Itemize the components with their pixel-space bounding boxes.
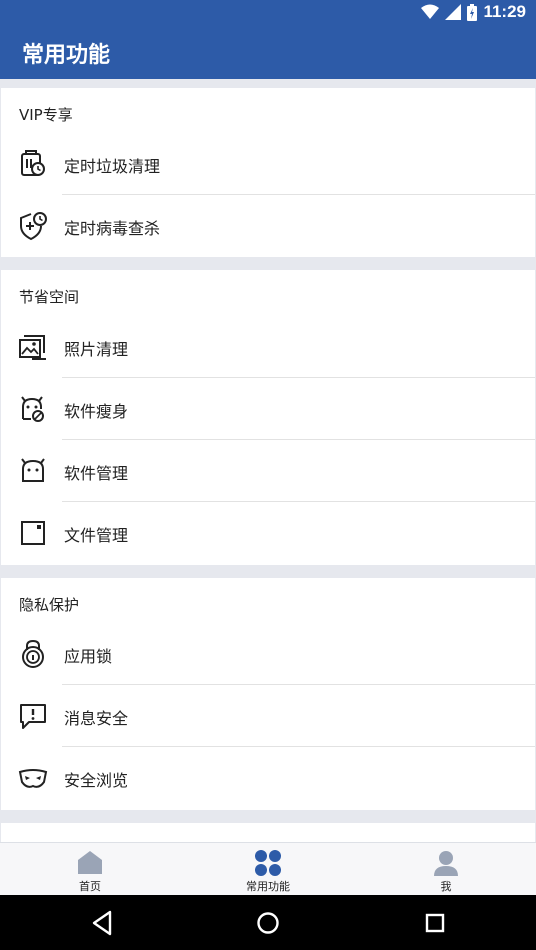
list-item-app-manager[interactable]: 软件管理 bbox=[1, 440, 535, 502]
page-title: 常用功能 bbox=[22, 43, 111, 68]
status-time: 11:29 bbox=[483, 2, 526, 21]
list-item-scheduled-cleanup[interactable]: 定时垃圾清理 bbox=[1, 133, 535, 195]
file-manager-icon bbox=[21, 521, 45, 545]
section-save-space: 节省空间 照片清理 软件瘦身 软件管理 文件管理 bbox=[1, 270, 535, 565]
profile-icon bbox=[434, 851, 458, 876]
status-icons: 11:29 bbox=[421, 2, 526, 22]
features-grid-icon bbox=[255, 850, 281, 876]
list-item-label: 应用锁 bbox=[64, 647, 113, 666]
safe-browsing-icon bbox=[18, 769, 48, 788]
app-slimming-icon bbox=[21, 396, 44, 422]
content-scroll[interactable]: VIP专享 定时垃圾清理 定时病毒查杀 节省空间 照片清理 软件瘦身 软件管理 … bbox=[0, 79, 536, 842]
list-item-label: 软件瘦身 bbox=[64, 402, 129, 421]
wifi-icon bbox=[421, 4, 440, 19]
app-lock-icon bbox=[22, 639, 44, 668]
scheduled-antivirus-icon bbox=[20, 212, 47, 241]
section-title: 节省空间 bbox=[19, 288, 80, 306]
list-item-file-manager[interactable]: 文件管理 bbox=[1, 502, 535, 564]
section-vip: VIP专享 定时垃圾清理 定时病毒查杀 bbox=[1, 88, 535, 257]
battery-icon bbox=[467, 3, 478, 21]
list-item-label: 文件管理 bbox=[64, 526, 129, 545]
tab-label: 首页 bbox=[79, 880, 101, 893]
list-item-safe-browsing[interactable]: 安全浏览 bbox=[1, 747, 535, 809]
status-bar: 11:29 bbox=[0, 0, 536, 24]
list-item-app-lock[interactable]: 应用锁 bbox=[1, 623, 535, 685]
list-item-photo-cleanup[interactable]: 照片清理 bbox=[1, 316, 535, 378]
list-item-scheduled-antivirus[interactable]: 定时病毒查杀 bbox=[1, 195, 535, 257]
home-circle-icon[interactable] bbox=[252, 907, 284, 939]
system-nav-bar bbox=[0, 895, 536, 950]
section-privacy: 隐私保护 应用锁 消息安全 安全浏览 bbox=[1, 578, 535, 810]
list-item-label: 照片清理 bbox=[64, 340, 129, 359]
list-item-app-slimming[interactable]: 软件瘦身 bbox=[1, 378, 535, 440]
bottom-tab-bar: 首页 常用功能 我 bbox=[0, 842, 536, 896]
list-item-message-security[interactable]: 消息安全 bbox=[1, 685, 535, 747]
cell-signal-icon bbox=[445, 4, 462, 20]
app-manager-icon bbox=[21, 458, 45, 482]
tab-me[interactable]: 我 bbox=[386, 843, 506, 896]
list-item-label: 定时垃圾清理 bbox=[64, 157, 161, 176]
app-bar: 常用功能 bbox=[0, 24, 536, 79]
tab-features[interactable]: 常用功能 bbox=[208, 843, 328, 896]
photo-cleanup-icon bbox=[19, 335, 46, 360]
section-title: VIP专享 bbox=[19, 106, 73, 124]
tab-home[interactable]: 首页 bbox=[30, 843, 150, 896]
list-item-label: 消息安全 bbox=[64, 709, 129, 728]
scheduled-cleanup-icon bbox=[21, 150, 45, 176]
tab-label: 常用功能 bbox=[246, 880, 290, 893]
list-item-label: 安全浏览 bbox=[64, 771, 129, 790]
section-title: 隐私保护 bbox=[19, 596, 80, 614]
recents-icon[interactable] bbox=[419, 907, 451, 939]
section-partial bbox=[1, 823, 535, 842]
tab-label: 我 bbox=[440, 880, 452, 893]
list-item-label: 定时病毒查杀 bbox=[64, 219, 161, 238]
home-icon bbox=[78, 851, 102, 874]
message-security-icon bbox=[20, 704, 46, 729]
list-item-label: 软件管理 bbox=[64, 464, 129, 483]
back-icon[interactable] bbox=[86, 907, 118, 939]
